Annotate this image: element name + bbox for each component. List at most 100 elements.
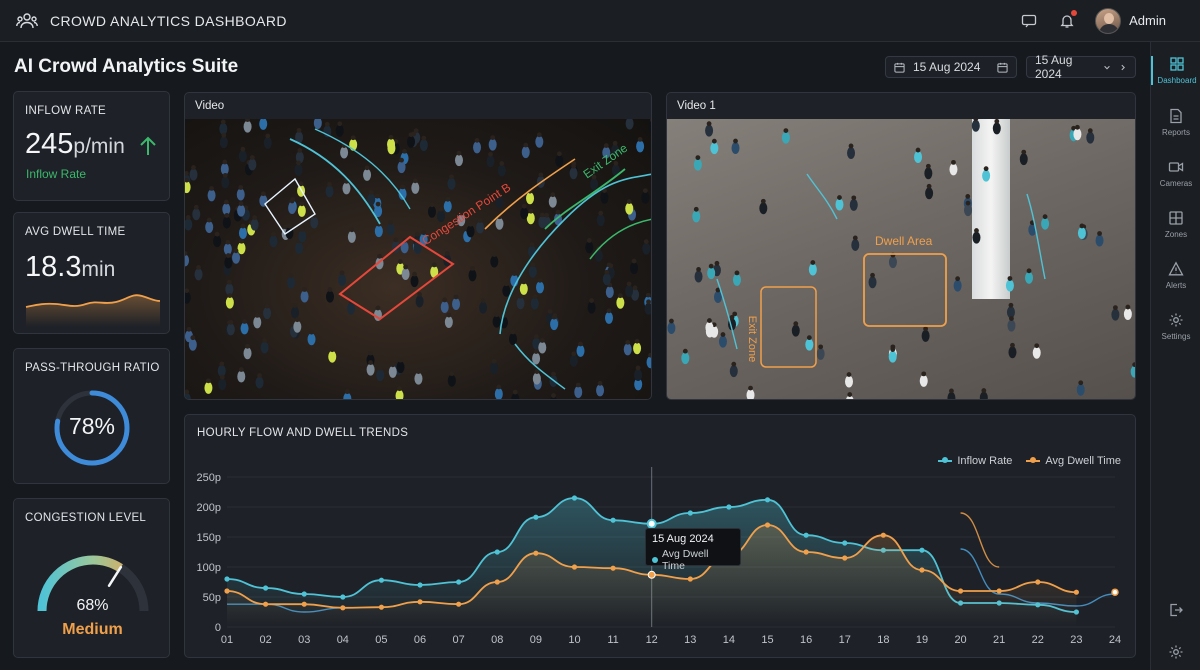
crowd-overlay <box>667 119 1135 399</box>
sidebar-item-reports[interactable]: Reports <box>1151 108 1200 137</box>
data-point <box>494 579 500 585</box>
person-head <box>242 319 247 324</box>
sidebar-item-settings[interactable]: Settings <box>1151 312 1200 341</box>
person <box>495 217 504 230</box>
person-head <box>245 343 250 349</box>
person <box>269 235 278 248</box>
person <box>623 343 632 356</box>
person-head <box>695 155 701 161</box>
person-head <box>544 212 550 218</box>
crowd-people <box>185 119 651 399</box>
person <box>287 276 296 289</box>
person-head <box>760 198 766 204</box>
person-head <box>477 218 483 223</box>
congestion-value: 68% <box>76 597 109 614</box>
person <box>953 279 962 292</box>
x-tick-label: 11 <box>607 634 618 646</box>
person-head <box>731 361 737 367</box>
person <box>401 268 410 281</box>
person <box>550 318 559 331</box>
person-head <box>491 252 497 257</box>
person <box>419 139 428 152</box>
person-head <box>733 138 738 144</box>
person-head <box>1125 304 1131 310</box>
person-head <box>551 371 556 377</box>
person-head <box>399 157 404 163</box>
person-head <box>729 314 735 320</box>
sidebar-item-alerts[interactable]: Alerts <box>1151 261 1200 290</box>
person <box>295 241 304 254</box>
zones-icon <box>1169 211 1183 225</box>
person-head <box>252 215 257 221</box>
reports-icon <box>1170 108 1182 124</box>
person-head <box>693 206 699 212</box>
logout-button[interactable] <box>1151 602 1200 618</box>
person <box>731 142 740 155</box>
card-label: CONGESTION LEVEL <box>25 512 147 524</box>
start-date-picker[interactable]: 15 Aug 2024 <box>885 56 1017 78</box>
person-head <box>806 335 812 341</box>
person-head <box>220 119 226 125</box>
person <box>248 158 257 171</box>
person-head <box>296 160 301 166</box>
person-head <box>626 281 632 287</box>
person <box>325 185 334 198</box>
person-head <box>625 339 631 345</box>
chevron-right-icon <box>1121 64 1125 70</box>
person-head <box>186 326 192 332</box>
person <box>490 362 499 375</box>
end-date-dropdown[interactable]: 15 Aug 2024 <box>1026 53 1136 81</box>
person-head <box>222 159 228 165</box>
person-head <box>837 195 842 200</box>
person <box>888 256 897 269</box>
person <box>605 285 614 298</box>
messages-button[interactable] <box>1019 11 1039 31</box>
person <box>816 347 825 360</box>
person-head <box>852 235 858 241</box>
person <box>888 350 897 363</box>
person <box>288 202 297 215</box>
data-point <box>764 522 771 528</box>
notifications-button[interactable] <box>1057 9 1078 31</box>
person-head <box>1112 305 1118 311</box>
inflow-number: 245 <box>25 128 74 160</box>
person <box>374 225 383 238</box>
person-head <box>631 258 637 264</box>
person <box>924 167 933 180</box>
x-tick-label: 16 <box>800 634 812 646</box>
sidebar-item-zones[interactable]: Zones <box>1151 210 1200 239</box>
person <box>494 387 503 399</box>
plaza-scene-image: Dwell Area Exit Zone <box>667 119 1135 399</box>
person-head <box>402 148 407 154</box>
sidebar-item-dashboard[interactable]: Dashboard <box>1151 56 1200 85</box>
person <box>805 338 814 351</box>
x-tick-label: 24 <box>1109 634 1121 646</box>
person-head <box>240 223 246 229</box>
person-head <box>185 215 191 220</box>
person-head <box>468 221 473 227</box>
x-tick-label: 04 <box>337 634 349 646</box>
person-head <box>965 194 971 199</box>
person <box>367 193 376 206</box>
bottom-settings-button[interactable] <box>1151 644 1200 660</box>
person-head <box>551 393 556 398</box>
person <box>845 375 854 388</box>
x-tick-label: 03 <box>298 634 310 646</box>
notification-dot <box>1071 9 1078 16</box>
video-feed-left[interactable]: Video Congestion Point B Exit Zone <box>184 92 652 400</box>
person-head <box>350 135 356 141</box>
x-tick-label: 10 <box>568 634 580 646</box>
person <box>585 241 594 254</box>
sidebar-item-cameras[interactable]: Cameras <box>1151 159 1200 188</box>
person-head <box>214 231 220 237</box>
person <box>914 151 923 164</box>
person-head <box>260 191 266 197</box>
user-menu[interactable]: Admin <box>1095 7 1166 34</box>
person-head <box>238 185 244 190</box>
video-feed-right[interactable]: Video 1 Dwell Area Exit Zone <box>666 92 1136 400</box>
person-head <box>1132 362 1135 368</box>
person <box>243 347 252 360</box>
person-head <box>634 338 640 344</box>
person <box>224 256 233 269</box>
person-head <box>550 192 556 198</box>
